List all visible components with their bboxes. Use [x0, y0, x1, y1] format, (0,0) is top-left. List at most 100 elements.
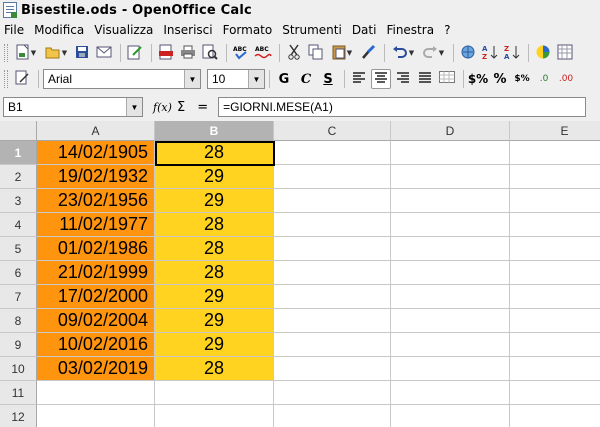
- percent-format-button[interactable]: %: [490, 69, 510, 89]
- row-header[interactable]: 2: [0, 165, 37, 189]
- row-header[interactable]: 8: [0, 309, 37, 333]
- cell-c3[interactable]: [274, 189, 391, 213]
- sum-button[interactable]: Σ: [177, 100, 185, 115]
- cell-b11[interactable]: [155, 381, 274, 405]
- cell-e9[interactable]: [510, 333, 600, 357]
- paste-button[interactable]: ▼: [328, 43, 356, 63]
- row-header[interactable]: 10: [0, 357, 37, 381]
- cell-a8[interactable]: 09/02/2004: [37, 309, 155, 333]
- cell-e8[interactable]: [510, 309, 600, 333]
- cell-c2[interactable]: [274, 165, 391, 189]
- cell-d6[interactable]: [391, 261, 510, 285]
- cut-button[interactable]: [284, 43, 304, 63]
- row-header[interactable]: 9: [0, 333, 37, 357]
- cell-a4[interactable]: 11/02/1977: [37, 213, 155, 237]
- open-button[interactable]: ▼: [42, 43, 70, 63]
- menu-inserisci[interactable]: Inserisci: [163, 23, 212, 37]
- column-header-d[interactable]: D: [391, 121, 510, 141]
- sort-descending-button[interactable]: ZA: [502, 43, 522, 63]
- cell-d10[interactable]: [391, 357, 510, 381]
- menu-dati[interactable]: Dati: [352, 23, 377, 37]
- toolbar-grip[interactable]: [4, 44, 8, 62]
- menu-visualizza[interactable]: Visualizza: [94, 23, 153, 37]
- merge-cells-button[interactable]: [437, 69, 457, 89]
- cell-d4[interactable]: [391, 213, 510, 237]
- cell-c7[interactable]: [274, 285, 391, 309]
- autospellcheck-button[interactable]: ABC: [253, 43, 273, 63]
- cell-e12[interactable]: [510, 405, 600, 427]
- email-button[interactable]: [94, 43, 114, 63]
- cell-e1[interactable]: [510, 141, 600, 165]
- undo-button[interactable]: ▼: [389, 43, 417, 63]
- cell-a10[interactable]: 03/02/2019: [37, 357, 155, 381]
- row-header[interactable]: 12: [0, 405, 37, 427]
- menu-help[interactable]: ?: [444, 23, 450, 37]
- cell-b4[interactable]: 28: [155, 213, 274, 237]
- row-header[interactable]: 11: [0, 381, 37, 405]
- cell-a5[interactable]: 01/02/1986: [37, 237, 155, 261]
- cell-c12[interactable]: [274, 405, 391, 427]
- cell-c9[interactable]: [274, 333, 391, 357]
- menu-modifica[interactable]: Modifica: [34, 23, 84, 37]
- cell-a3[interactable]: 23/02/1956: [37, 189, 155, 213]
- cell-b12[interactable]: [155, 405, 274, 427]
- align-right-button[interactable]: [393, 69, 413, 89]
- cell-a7[interactable]: 17/02/2000: [37, 285, 155, 309]
- page-preview-button[interactable]: [200, 43, 220, 63]
- cell-d2[interactable]: [391, 165, 510, 189]
- column-header-a[interactable]: A: [37, 121, 155, 141]
- column-header-e[interactable]: E: [510, 121, 600, 141]
- cell-d5[interactable]: [391, 237, 510, 261]
- align-left-button[interactable]: [349, 69, 369, 89]
- toolbar-grip[interactable]: [4, 70, 8, 88]
- name-box[interactable]: B1 ▼: [3, 97, 143, 117]
- cell-d7[interactable]: [391, 285, 510, 309]
- cell-b9[interactable]: 29: [155, 333, 274, 357]
- select-all-corner[interactable]: [0, 121, 37, 141]
- menu-file[interactable]: File: [4, 23, 24, 37]
- remove-decimal-button[interactable]: .00: [556, 69, 576, 89]
- cell-a9[interactable]: 10/02/2016: [37, 333, 155, 357]
- column-header-c[interactable]: C: [274, 121, 391, 141]
- font-name-combo[interactable]: Arial ▼: [43, 69, 201, 89]
- chart-button[interactable]: [533, 43, 553, 63]
- cell-c4[interactable]: [274, 213, 391, 237]
- cell-a11[interactable]: [37, 381, 155, 405]
- function-wizard-button[interactable]: f(x): [153, 101, 172, 114]
- spreadsheet-grid[interactable]: A B C D E 1 14/02/1905 28 2 19/02/1932 29 3 23/02/19…: [0, 121, 600, 427]
- spellcheck-button[interactable]: ABC: [231, 43, 251, 63]
- hyperlink-button[interactable]: [458, 43, 478, 63]
- menu-formato[interactable]: Formato: [223, 23, 273, 37]
- row-header[interactable]: 5: [0, 237, 37, 261]
- cell-e4[interactable]: [510, 213, 600, 237]
- cell-d9[interactable]: [391, 333, 510, 357]
- cell-e5[interactable]: [510, 237, 600, 261]
- export-pdf-button[interactable]: [156, 43, 176, 63]
- redo-button[interactable]: ▼: [419, 43, 447, 63]
- function-button[interactable]: =: [197, 100, 208, 115]
- copy-button[interactable]: [306, 43, 326, 63]
- cell-e3[interactable]: [510, 189, 600, 213]
- print-button[interactable]: [178, 43, 198, 63]
- add-decimal-button[interactable]: .0: [534, 69, 554, 89]
- chevron-down-icon[interactable]: ▼: [248, 70, 264, 88]
- cell-c11[interactable]: [274, 381, 391, 405]
- cell-b6[interactable]: 28: [155, 261, 274, 285]
- chevron-down-icon[interactable]: ▼: [184, 70, 200, 88]
- cell-c6[interactable]: [274, 261, 391, 285]
- row-header[interactable]: 6: [0, 261, 37, 285]
- cell-b7[interactable]: 29: [155, 285, 274, 309]
- cell-c5[interactable]: [274, 237, 391, 261]
- cell-d3[interactable]: [391, 189, 510, 213]
- row-header[interactable]: 7: [0, 285, 37, 309]
- edit-file-button[interactable]: [125, 43, 145, 63]
- formula-input[interactable]: =GIORNI.MESE(A1): [218, 97, 587, 117]
- column-header-b[interactable]: B: [155, 121, 274, 141]
- save-button[interactable]: [72, 43, 92, 63]
- standard-format-button[interactable]: $%: [512, 69, 532, 89]
- cell-e10[interactable]: [510, 357, 600, 381]
- format-paintbrush-button[interactable]: [358, 43, 378, 63]
- cell-a12[interactable]: [37, 405, 155, 427]
- cell-d11[interactable]: [391, 381, 510, 405]
- menu-strumenti[interactable]: Strumenti: [282, 23, 342, 37]
